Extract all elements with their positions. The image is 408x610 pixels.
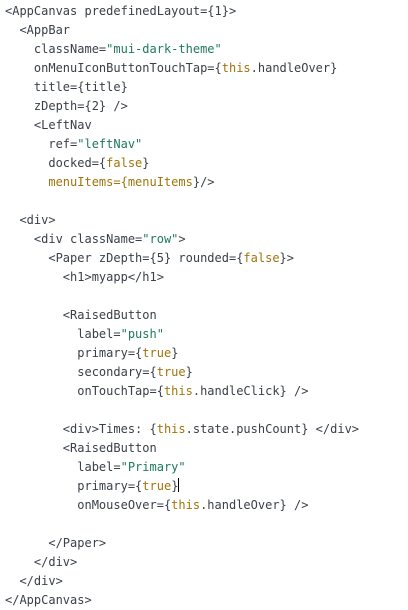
- code-token: </div>: [5, 574, 63, 588]
- code-token: zDepth={2} />: [5, 99, 128, 113]
- code-line[interactable]: [5, 515, 408, 534]
- code-token: "row": [142, 232, 179, 246]
- text-caret: [178, 478, 180, 492]
- code-line[interactable]: ref="leftNav": [5, 135, 408, 154]
- code-line[interactable]: <RaisedButton: [5, 439, 408, 458]
- code-token: "push": [120, 327, 164, 341]
- code-line[interactable]: docked={false}: [5, 154, 408, 173]
- code-line[interactable]: [5, 192, 408, 211]
- code-line[interactable]: onTouchTap={this.handleClick} />: [5, 382, 408, 401]
- code-line[interactable]: onMenuIconButtonTouchTap={this.handleOve…: [5, 59, 408, 78]
- code-token: this: [171, 498, 201, 512]
- code-token: primary={: [5, 346, 143, 360]
- code-line[interactable]: primary={true}: [5, 477, 408, 496]
- code-token: true: [142, 479, 172, 493]
- code-line[interactable]: <RaisedButton: [5, 306, 408, 325]
- code-token: this: [156, 422, 186, 436]
- code-line[interactable]: [5, 287, 408, 306]
- code-token: .handleOver}: [250, 61, 338, 75]
- code-token: <AppCanvas predefinedLayout={1}>: [5, 4, 237, 18]
- code-line[interactable]: <Paper zDepth={5} rounded={false}>: [5, 249, 408, 268]
- code-line[interactable]: onMouseOver={this.handleOver} />: [5, 496, 408, 515]
- code-token: className=: [5, 42, 107, 56]
- code-token: true: [156, 365, 186, 379]
- code-token: primary={: [5, 479, 143, 493]
- code-token: secondary={: [5, 365, 157, 379]
- code-token: }: [171, 479, 179, 493]
- code-line[interactable]: menuItems={menuItems}/>: [5, 173, 408, 192]
- code-line[interactable]: title={title}: [5, 78, 408, 97]
- code-token: <div className=: [5, 232, 143, 246]
- code-token: }/>: [192, 175, 215, 189]
- code-line[interactable]: <AppCanvas predefinedLayout={1}>: [5, 2, 408, 21]
- code-token: this: [163, 384, 193, 398]
- code-line[interactable]: <h1>myapp</h1>: [5, 268, 408, 287]
- code-token: docked={: [5, 156, 107, 170]
- code-line[interactable]: secondary={true}: [5, 363, 408, 382]
- code-line[interactable]: <div>Times: {this.state.pushCount} </div…: [5, 420, 408, 439]
- code-token: </div>: [5, 555, 78, 569]
- code-token: }>: [279, 251, 294, 265]
- code-token: <AppBar: [5, 23, 71, 37]
- code-token: .handleClick} />: [192, 384, 309, 398]
- code-line[interactable]: </div>: [5, 553, 408, 572]
- code-token: menuItems: [127, 175, 193, 189]
- code-token: menuItems={: [5, 175, 128, 189]
- code-line[interactable]: className="mui-dark-theme": [5, 40, 408, 59]
- code-line[interactable]: zDepth={2} />: [5, 97, 408, 116]
- code-token: </AppCanvas>: [5, 593, 92, 607]
- code-line[interactable]: </div>: [5, 572, 408, 591]
- code-token: <RaisedButton: [5, 441, 157, 455]
- code-token: }: [171, 346, 179, 360]
- code-token: .handleOver} />: [200, 498, 309, 512]
- code-line[interactable]: label="Primary": [5, 458, 408, 477]
- code-token: <LeftNav: [5, 118, 92, 132]
- code-line[interactable]: <div>: [5, 211, 408, 230]
- code-token: ref=: [5, 137, 78, 151]
- code-token: }: [142, 156, 150, 170]
- code-line[interactable]: [5, 401, 408, 420]
- code-token: false: [243, 251, 280, 265]
- code-line[interactable]: primary={true}: [5, 344, 408, 363]
- code-token: this: [221, 61, 251, 75]
- code-editor[interactable]: <AppCanvas predefinedLayout={1}> <AppBar…: [0, 0, 408, 608]
- code-line[interactable]: <div className="row">: [5, 230, 408, 249]
- code-token: </Paper>: [5, 536, 107, 550]
- code-token: <Paper zDepth={5} rounded={: [5, 251, 244, 265]
- code-token: true: [142, 346, 172, 360]
- code-line[interactable]: label="push": [5, 325, 408, 344]
- code-token: onTouchTap={: [5, 384, 164, 398]
- code-token: "leftNav": [77, 137, 143, 151]
- code-token: <RaisedButton: [5, 308, 157, 322]
- code-token: onMenuIconButtonTouchTap={: [5, 61, 222, 75]
- code-token: >: [178, 232, 186, 246]
- code-token: }: [185, 365, 193, 379]
- code-token: <div>Times: {: [5, 422, 157, 436]
- code-token: "Primary": [120, 460, 186, 474]
- code-token: label=: [5, 327, 121, 341]
- code-token: onMouseOver={: [5, 498, 172, 512]
- code-line[interactable]: </AppCanvas>: [5, 591, 408, 610]
- code-token: .state.pushCount} </div>: [185, 422, 360, 436]
- code-line[interactable]: <LeftNav: [5, 116, 408, 135]
- code-line[interactable]: </Paper>: [5, 534, 408, 553]
- code-line[interactable]: <AppBar: [5, 21, 408, 40]
- code-token: title={title}: [5, 80, 128, 94]
- code-token: false: [106, 156, 143, 170]
- code-token: "mui-dark-theme": [106, 42, 222, 56]
- code-token: label=: [5, 460, 121, 474]
- code-token: <div>: [5, 213, 56, 227]
- code-token: <h1>myapp</h1>: [5, 270, 164, 284]
